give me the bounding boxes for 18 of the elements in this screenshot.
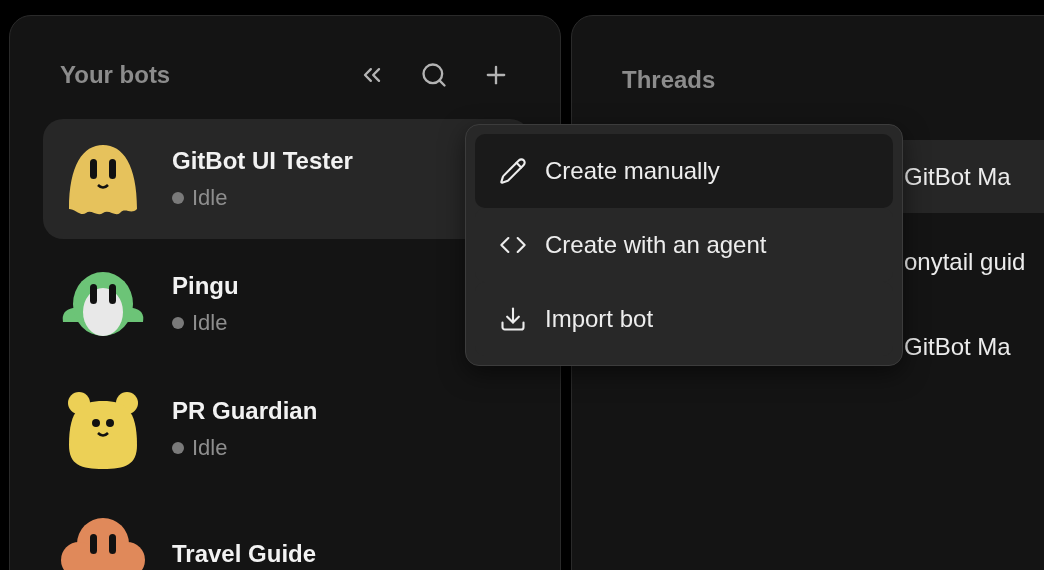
bot-name: Pingu	[172, 272, 239, 300]
bot-status: Idle	[192, 185, 228, 211]
thread-title: GitBot Ma	[904, 162, 1011, 191]
bot-name: GitBot UI Tester	[172, 147, 353, 175]
pencil-icon	[499, 157, 527, 185]
bot-status: Idle	[192, 435, 228, 461]
bot-item[interactable]: PR Guardian Idle	[43, 369, 530, 489]
bot-item[interactable]: Travel Guide	[43, 494, 530, 570]
panel-title: Threads	[622, 66, 717, 94]
bot-status: Idle	[192, 310, 228, 336]
panel-title: Your bots	[60, 61, 172, 89]
status-dot	[172, 442, 184, 454]
download-icon	[499, 305, 527, 333]
status-dot	[172, 192, 184, 204]
bot-name: Travel Guide	[172, 540, 317, 568]
menu-item[interactable]: Create manually	[475, 134, 893, 208]
bot-name: PR Guardian	[172, 397, 318, 425]
status-dot	[172, 317, 184, 329]
